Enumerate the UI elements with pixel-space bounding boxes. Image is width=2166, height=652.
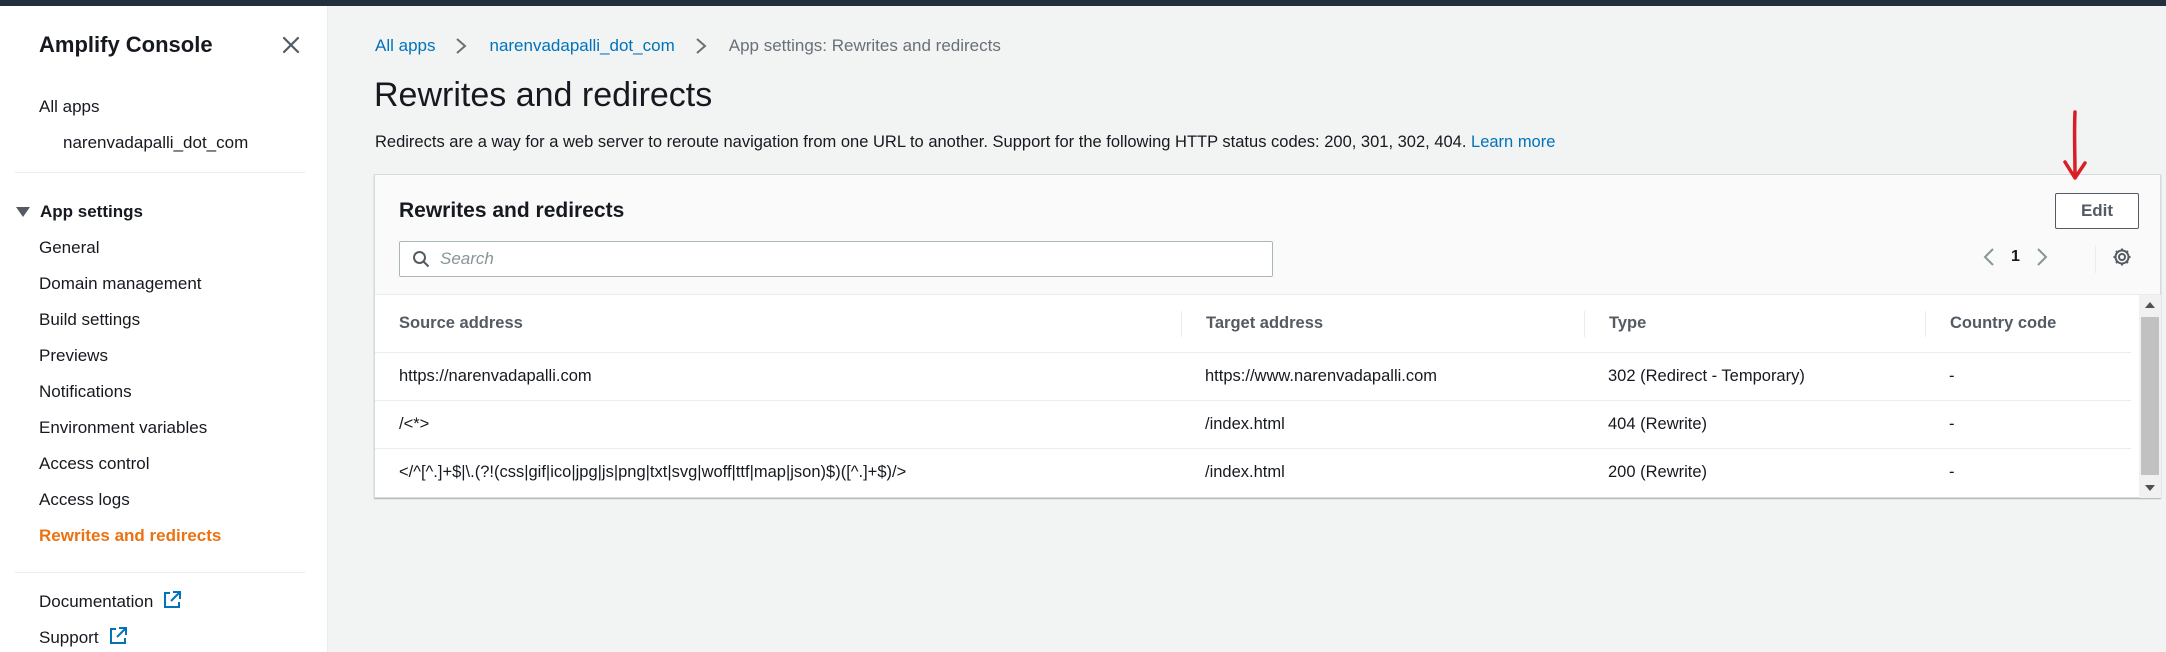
side-navigation: Amplify Console All apps narenvadapalli_… bbox=[0, 6, 328, 652]
pagination: 1 bbox=[1983, 247, 2048, 267]
sidebar-item-build-settings[interactable]: Build settings bbox=[39, 310, 140, 330]
cell-type: 302 (Redirect - Temporary) bbox=[1608, 367, 1805, 385]
sidebar-item-notifications[interactable]: Notifications bbox=[39, 382, 132, 402]
sidebar-item-environment-variables[interactable]: Environment variables bbox=[39, 418, 207, 438]
page-title: Rewrites and redirects bbox=[374, 76, 713, 114]
column-divider bbox=[1181, 311, 1182, 337]
cell-source: https://narenvadapalli.com bbox=[399, 367, 592, 385]
learn-more-link[interactable]: Learn more bbox=[1471, 133, 1555, 151]
cell-country-code: - bbox=[1949, 367, 1955, 385]
table-row[interactable]: https://narenvadapalli.com https://www.n… bbox=[375, 353, 2131, 401]
chevron-right-icon bbox=[695, 37, 707, 55]
sidebar-item-access-control[interactable]: Access control bbox=[39, 454, 150, 474]
pager-divider bbox=[2095, 245, 2096, 273]
breadcrumb-all-apps[interactable]: All apps bbox=[375, 36, 435, 56]
close-icon[interactable] bbox=[280, 34, 302, 56]
rewrites-redirects-panel: Rewrites and redirects Edit 1 Source add… bbox=[374, 174, 2161, 498]
column-header-type[interactable]: Type bbox=[1609, 314, 1646, 333]
description-text: Redirects are a way for a web server to … bbox=[375, 133, 1467, 151]
sidebar-title: Amplify Console bbox=[39, 32, 213, 57]
scrollbar-thumb[interactable] bbox=[2141, 317, 2159, 475]
cell-source: /<*> bbox=[399, 415, 430, 433]
sidebar-item-support[interactable]: Support bbox=[39, 627, 127, 650]
sidebar-item-domain-management[interactable]: Domain management bbox=[39, 274, 202, 294]
table-header: Source address Target address Type Count… bbox=[375, 295, 2131, 353]
external-link-icon bbox=[163, 591, 182, 614]
search-icon bbox=[412, 250, 430, 268]
cell-type: 404 (Rewrite) bbox=[1608, 415, 1708, 433]
breadcrumb-app[interactable]: narenvadapalli_dot_com bbox=[489, 36, 674, 56]
sidebar-item-documentation[interactable]: Documentation bbox=[39, 591, 182, 614]
column-header-country-code[interactable]: Country code bbox=[1950, 314, 2056, 333]
chevron-left-icon[interactable] bbox=[1983, 247, 1995, 267]
panel-title: Rewrites and redirects bbox=[399, 199, 625, 222]
page-number[interactable]: 1 bbox=[2011, 248, 2020, 266]
column-header-target[interactable]: Target address bbox=[1206, 314, 1323, 333]
sidebar-item-previews[interactable]: Previews bbox=[39, 346, 108, 366]
sidebar-section-app-settings[interactable]: App settings bbox=[16, 202, 143, 222]
breadcrumb-current: App settings: Rewrites and redirects bbox=[728, 36, 1001, 55]
annotation-arrow-icon bbox=[2060, 110, 2090, 187]
sidebar-item-app[interactable]: narenvadapalli_dot_com bbox=[63, 133, 248, 153]
column-header-source[interactable]: Source address bbox=[399, 314, 523, 333]
sidebar-item-rewrites-and-redirects[interactable]: Rewrites and redirects bbox=[39, 526, 221, 546]
cell-target: /index.html bbox=[1205, 463, 1285, 481]
sidebar-divider bbox=[15, 572, 305, 573]
sidebar-item-general[interactable]: General bbox=[39, 238, 99, 258]
column-divider bbox=[1925, 311, 1926, 337]
breadcrumb: All apps narenvadapalli_dot_com App sett… bbox=[375, 36, 1001, 56]
redirects-table: Source address Target address Type Count… bbox=[375, 295, 2131, 497]
search-input[interactable] bbox=[440, 249, 1260, 269]
edit-button[interactable]: Edit bbox=[2055, 193, 2139, 229]
page-description: Redirects are a way for a web server to … bbox=[375, 133, 1555, 152]
table-row[interactable]: </^[^.]+$|\.(?!(css|gif|ico|jpg|js|png|t… bbox=[375, 449, 2131, 497]
sidebar-item-label: Documentation bbox=[39, 591, 154, 611]
sidebar-section-label: App settings bbox=[40, 202, 143, 221]
sidebar-item-all-apps[interactable]: All apps bbox=[39, 97, 99, 117]
panel-header: Rewrites and redirects Edit 1 bbox=[375, 175, 2160, 295]
table-scrollbar[interactable] bbox=[2139, 295, 2161, 498]
cell-target: /index.html bbox=[1205, 415, 1285, 433]
cell-source: </^[^.]+$|\.(?!(css|gif|ico|jpg|js|png|t… bbox=[399, 463, 907, 481]
external-link-icon bbox=[109, 627, 127, 650]
scroll-up-icon[interactable] bbox=[2139, 295, 2161, 315]
caret-down-icon bbox=[16, 207, 30, 217]
cell-target: https://www.narenvadapalli.com bbox=[1205, 367, 1438, 385]
table-row[interactable]: /<*> /index.html 404 (Rewrite) - bbox=[375, 401, 2131, 449]
cell-country-code: - bbox=[1949, 415, 1955, 433]
sidebar-divider bbox=[15, 172, 305, 173]
column-divider bbox=[1584, 311, 1585, 337]
sidebar-item-access-logs[interactable]: Access logs bbox=[39, 490, 130, 510]
chevron-right-icon[interactable] bbox=[2036, 247, 2048, 267]
scroll-down-icon[interactable] bbox=[2139, 478, 2161, 498]
cell-country-code: - bbox=[1949, 463, 1955, 481]
search-field[interactable] bbox=[399, 241, 1273, 277]
chevron-right-icon bbox=[455, 37, 468, 55]
sidebar-item-label: Support bbox=[39, 627, 99, 647]
gear-icon[interactable] bbox=[2112, 247, 2132, 267]
cell-type: 200 (Rewrite) bbox=[1608, 463, 1708, 481]
